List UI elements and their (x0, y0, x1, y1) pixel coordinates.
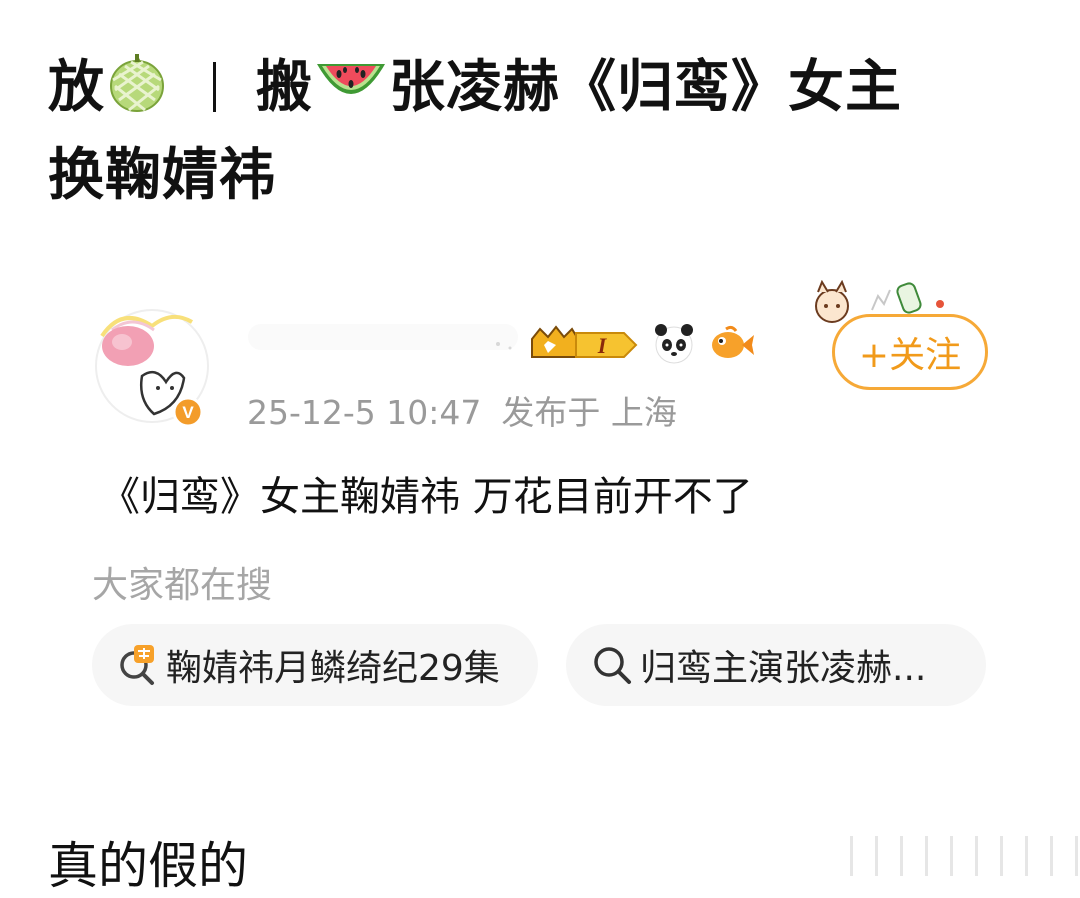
follow-button[interactable]: +关注 (832, 314, 988, 390)
post-headline: 放 搬 张凌赫《归鸾》女主 换鞠婧祎 (48, 44, 1028, 220)
headline-separator (213, 62, 216, 112)
hot-search-icon (120, 645, 154, 685)
verified-badge: V (172, 396, 204, 428)
level-label: I (597, 333, 608, 358)
trending-search-heading: 大家都在搜 (92, 565, 273, 606)
headline-text-main: 张凌赫《归鸾》女主 (389, 55, 902, 120)
goldfish-icon (712, 325, 754, 358)
verified-label: V (182, 403, 194, 422)
search-chip-1-label: 鞠婧祎月鳞绮纪29集 (166, 648, 500, 689)
headline-text-fang: 放 (48, 55, 105, 120)
search-chip-1[interactable]: 鞠婧祎月鳞绮纪29集 (92, 624, 538, 706)
username-obscured[interactable] (248, 318, 518, 354)
post-body-text: 《归鸾》女主鞠婧祎 万花目前开不了 (100, 474, 753, 520)
faded-decoration (850, 836, 1078, 876)
melon-icon (110, 54, 164, 112)
panda-icon (655, 324, 693, 364)
search-chip-2-label: 归鸾主演张凌赫... (640, 648, 927, 689)
post-location: 发布于 上海 (501, 393, 677, 432)
headline-line-2: 换鞠婧祎 (48, 143, 276, 208)
post-timestamp: 25-12-5 10:47 (247, 393, 482, 432)
crown-level-badge: I (531, 325, 638, 358)
comment-text: 真的假的 (48, 837, 248, 895)
search-chip-2[interactable]: 归鸾主演张凌赫... (566, 624, 986, 706)
watermelon-icon (317, 64, 385, 94)
post-meta: 25-12-5 10:47 发布于 上海 (247, 386, 677, 434)
user-avatar[interactable]: V (92, 296, 210, 428)
headline-text-ban: 搬 (256, 55, 313, 120)
search-icon (594, 647, 631, 684)
headline-line-1: 放 搬 张凌赫《归鸾》女主 (48, 44, 1028, 132)
user-badges: I (528, 318, 756, 368)
